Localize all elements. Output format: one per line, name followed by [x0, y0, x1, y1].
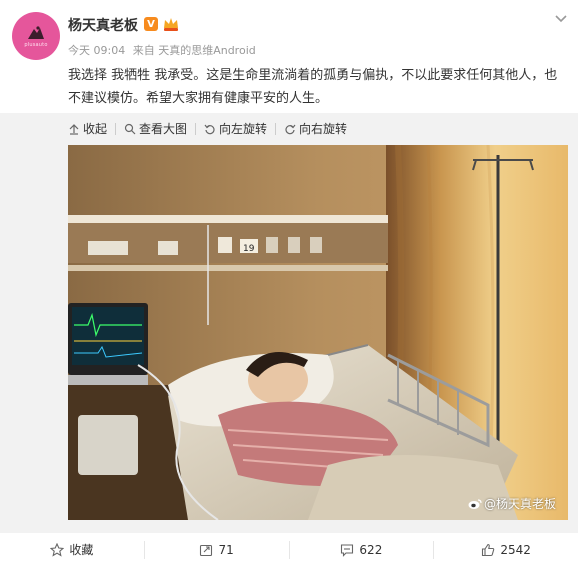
favorite-label: 收藏 [69, 543, 94, 557]
repost-count: 71 [218, 542, 234, 557]
post-source[interactable]: 来自 天真的思维Android [133, 44, 256, 57]
post-actions-bar: 收藏 71 622 2542 [0, 533, 578, 566]
vip-crown-icon [164, 18, 178, 31]
rotate-right-label: 向右旋转 [299, 122, 348, 136]
star-icon [50, 542, 65, 557]
collapse-button[interactable]: 收起 [68, 120, 107, 137]
post-text: 我选择 我牺牲 我承受。这是生命里流淌着的孤勇与偏执，不以此要求任何其他人，也不… [68, 68, 558, 106]
search-icon [124, 123, 136, 134]
collapse-label: 收起 [83, 122, 108, 136]
hospital-room-image: 19 [68, 145, 568, 520]
avatar[interactable]: plusauto [12, 12, 60, 60]
rotate-left-icon [204, 124, 215, 134]
post-meta: 今天 09:04 来自 天真的思维Android [68, 42, 260, 58]
weibo-post-card: plusauto 杨天真老板 V 今天 09:04 来自 天真的思维Androi… [0, 0, 578, 566]
brand-logo-icon [28, 25, 44, 39]
chevron-down-icon[interactable] [554, 14, 568, 24]
toolbar-divider [195, 122, 197, 135]
repost-button[interactable]: 71 [145, 543, 289, 557]
view-large-label: 查看大图 [139, 122, 188, 136]
like-button[interactable]: 2542 [434, 543, 578, 557]
like-count: 2542 [500, 542, 531, 557]
rotate-left-label: 向左旋转 [219, 122, 268, 136]
verified-badge: V [144, 17, 158, 31]
post-time[interactable]: 今天 09:04 [68, 44, 125, 57]
repost-icon [200, 544, 213, 556]
toolbar-divider [115, 122, 117, 135]
comment-count: 622 [359, 542, 383, 557]
image-watermark: @杨天真老板 [468, 495, 556, 512]
weibo-logo-icon [468, 498, 482, 509]
favorite-button[interactable]: 收藏 [0, 541, 144, 558]
thumbs-up-icon [482, 543, 495, 556]
comment-button[interactable]: 622 [290, 543, 434, 557]
arrow-up-icon [69, 123, 79, 135]
rotate-left-button[interactable]: 向左旋转 [204, 120, 267, 137]
view-large-button[interactable]: 查看大图 [124, 120, 187, 137]
avatar-brand-text: plusauto [24, 41, 48, 48]
watermark-text: @杨天真老板 [483, 497, 556, 511]
author-name[interactable]: 杨天真老板 [68, 15, 138, 35]
rotate-right-button[interactable]: 向右旋转 [284, 120, 347, 137]
post-photo[interactable]: 19 @杨天真老板 [68, 145, 568, 520]
room-number-label: 19 [243, 244, 255, 254]
media-toolbar: 收起 查看大图 向左旋转 向右旋转 [68, 120, 347, 137]
rotate-right-icon [285, 124, 296, 134]
comment-icon [341, 543, 354, 557]
toolbar-divider [275, 122, 277, 135]
